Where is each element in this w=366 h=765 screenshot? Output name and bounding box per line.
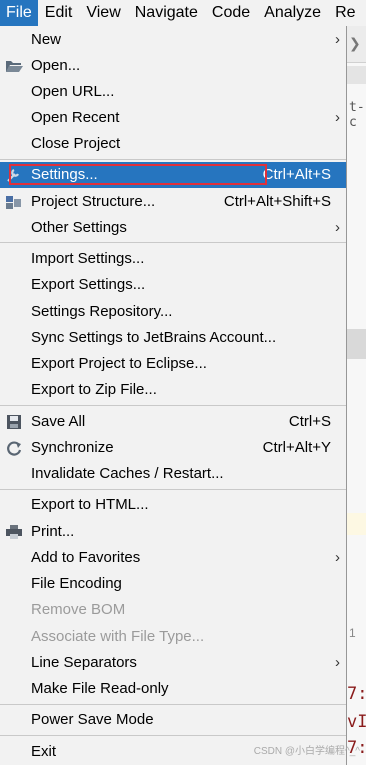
submenu-arrow-icon: › (335, 219, 340, 236)
editor-tab-strip: ❯ (347, 26, 366, 63)
editor-current-line (347, 513, 366, 535)
editor-toolbar-fragment (347, 66, 366, 84)
menu-item-settings-repository[interactable]: Settings Repository... (0, 299, 346, 325)
menu-refactor[interactable]: Re (328, 0, 362, 26)
menu-item-settings[interactable]: Settings... Ctrl+Alt+S (0, 162, 346, 188)
menu-shortcut: Ctrl+Alt+S (262, 166, 331, 183)
highlight-box (9, 164, 267, 185)
menu-item-import-settings[interactable]: Import Settings... (0, 246, 346, 272)
menu-separator (0, 242, 346, 243)
menu-item-sync-settings[interactable]: Sync Settings to JetBrains Account... (0, 325, 346, 351)
menu-edit[interactable]: Edit (38, 0, 80, 26)
menu-analyze[interactable]: Analyze (257, 0, 328, 26)
menu-item-label: Export to HTML... (31, 496, 149, 513)
menu-item-file-encoding[interactable]: File Encoding (0, 571, 346, 597)
menu-item-label: Project Structure... (31, 193, 156, 210)
menu-file[interactable]: File (0, 0, 38, 26)
submenu-arrow-icon: › (335, 109, 340, 126)
save-icon (5, 414, 23, 430)
menu-item-save-all[interactable]: Save All Ctrl+S (0, 409, 346, 435)
editor-background: ❯ t-c 1 7: vI 7: (347, 26, 366, 765)
menu-item-label: Sync Settings to JetBrains Account... (31, 329, 277, 346)
menu-item-label: File Encoding (31, 575, 122, 592)
menu-separator (0, 735, 346, 736)
menu-item-open-url[interactable]: Open URL... (0, 79, 346, 105)
project-structure-icon (5, 194, 23, 210)
printer-icon (5, 524, 23, 540)
menu-item-open-recent[interactable]: Open Recent › (0, 105, 346, 131)
menu-item-open[interactable]: Open... (0, 53, 346, 79)
menu-item-label: Make File Read-only (31, 680, 169, 697)
menu-item-export-settings[interactable]: Export Settings... (0, 272, 346, 298)
code-line: 7: (347, 684, 366, 704)
submenu-arrow-icon: › (335, 654, 340, 671)
menu-item-label: Import Settings... (31, 250, 145, 267)
menu-separator (0, 489, 346, 490)
menu-item-project-structure[interactable]: Project Structure... Ctrl+Alt+Shift+S (0, 189, 346, 215)
menu-item-label: Open URL... (31, 83, 115, 100)
menu-item-print[interactable]: Print... (0, 519, 346, 545)
menu-separator (0, 405, 346, 406)
menu-item-power-save[interactable]: Power Save Mode (0, 707, 346, 733)
menu-item-label: Export Settings... (31, 276, 146, 293)
menu-item-label: Export Project to Eclipse... (31, 355, 207, 372)
menu-item-label: Power Save Mode (31, 711, 154, 728)
menu-item-label: Exit (31, 743, 57, 760)
menu-item-invalidate-caches[interactable]: Invalidate Caches / Restart... (0, 461, 346, 487)
menu-item-add-favorites[interactable]: Add to Favorites › (0, 545, 346, 571)
menu-view[interactable]: View (79, 0, 127, 26)
menu-item-associate-file-type[interactable]: Associate with File Type... (0, 624, 346, 650)
refresh-icon (5, 440, 23, 456)
menu-item-export-html[interactable]: Export to HTML... (0, 492, 346, 518)
menu-item-label: Print... (31, 523, 75, 540)
editor-gutter-number: 1 (349, 626, 356, 640)
menu-item-make-read-only[interactable]: Make File Read-only (0, 676, 346, 702)
menu-item-label: Other Settings (31, 219, 127, 236)
menu-separator (0, 704, 346, 705)
menu-item-line-separators[interactable]: Line Separators › (0, 650, 346, 676)
menu-item-other-settings[interactable]: Other Settings › (0, 215, 346, 241)
folder-open-icon (5, 58, 23, 74)
menu-item-export-zip[interactable]: Export to Zip File... (0, 377, 346, 403)
menu-item-label: Open... (31, 57, 81, 74)
menu-item-label: Open Recent (31, 109, 120, 126)
menu-navigate[interactable]: Navigate (128, 0, 205, 26)
menu-item-remove-bom[interactable]: Remove BOM (0, 597, 346, 623)
menu-item-label: Save All (31, 413, 86, 430)
menu-shortcut: Ctrl+Alt+Shift+S (223, 193, 331, 210)
watermark: CSDN @小白学编程^_^ (253, 746, 360, 757)
menu-item-label: Synchronize (31, 439, 114, 456)
editor-breadcrumb: t-c (349, 100, 365, 130)
submenu-arrow-icon: › (335, 549, 340, 566)
menu-shortcut: Ctrl+Alt+Y (262, 439, 331, 456)
menu-item-label: Add to Favorites (31, 549, 141, 566)
menu-separator (0, 159, 346, 160)
chevron-right-icon[interactable]: ❯ (349, 35, 361, 52)
menu-item-label: New (31, 31, 62, 48)
menu-code[interactable]: Code (205, 0, 257, 26)
submenu-arrow-icon: › (335, 31, 340, 48)
editor-highlight-band (347, 329, 366, 359)
menu-shortcut: Ctrl+S (288, 413, 331, 430)
menu-item-label: Close Project (31, 135, 121, 152)
file-menu-dropdown: New › Open... Open URL... Open Recent › … (0, 26, 347, 765)
menu-item-label: Export to Zip File... (31, 381, 157, 398)
menu-item-export-eclipse[interactable]: Export Project to Eclipse... (0, 351, 346, 377)
menu-item-close-project[interactable]: Close Project (0, 131, 346, 157)
menu-bar: File Edit View Navigate Code Analyze Re (0, 0, 366, 27)
code-line: vI (347, 712, 366, 732)
menu-item-label: Settings Repository... (31, 303, 173, 320)
menu-item-label: Remove BOM (31, 601, 126, 618)
menu-item-new[interactable]: New › (0, 27, 346, 53)
menu-item-label: Invalidate Caches / Restart... (31, 465, 224, 482)
menu-item-label: Associate with File Type... (31, 628, 205, 645)
menu-item-synchronize[interactable]: Synchronize Ctrl+Alt+Y (0, 435, 346, 461)
menu-item-label: Line Separators (31, 654, 137, 671)
